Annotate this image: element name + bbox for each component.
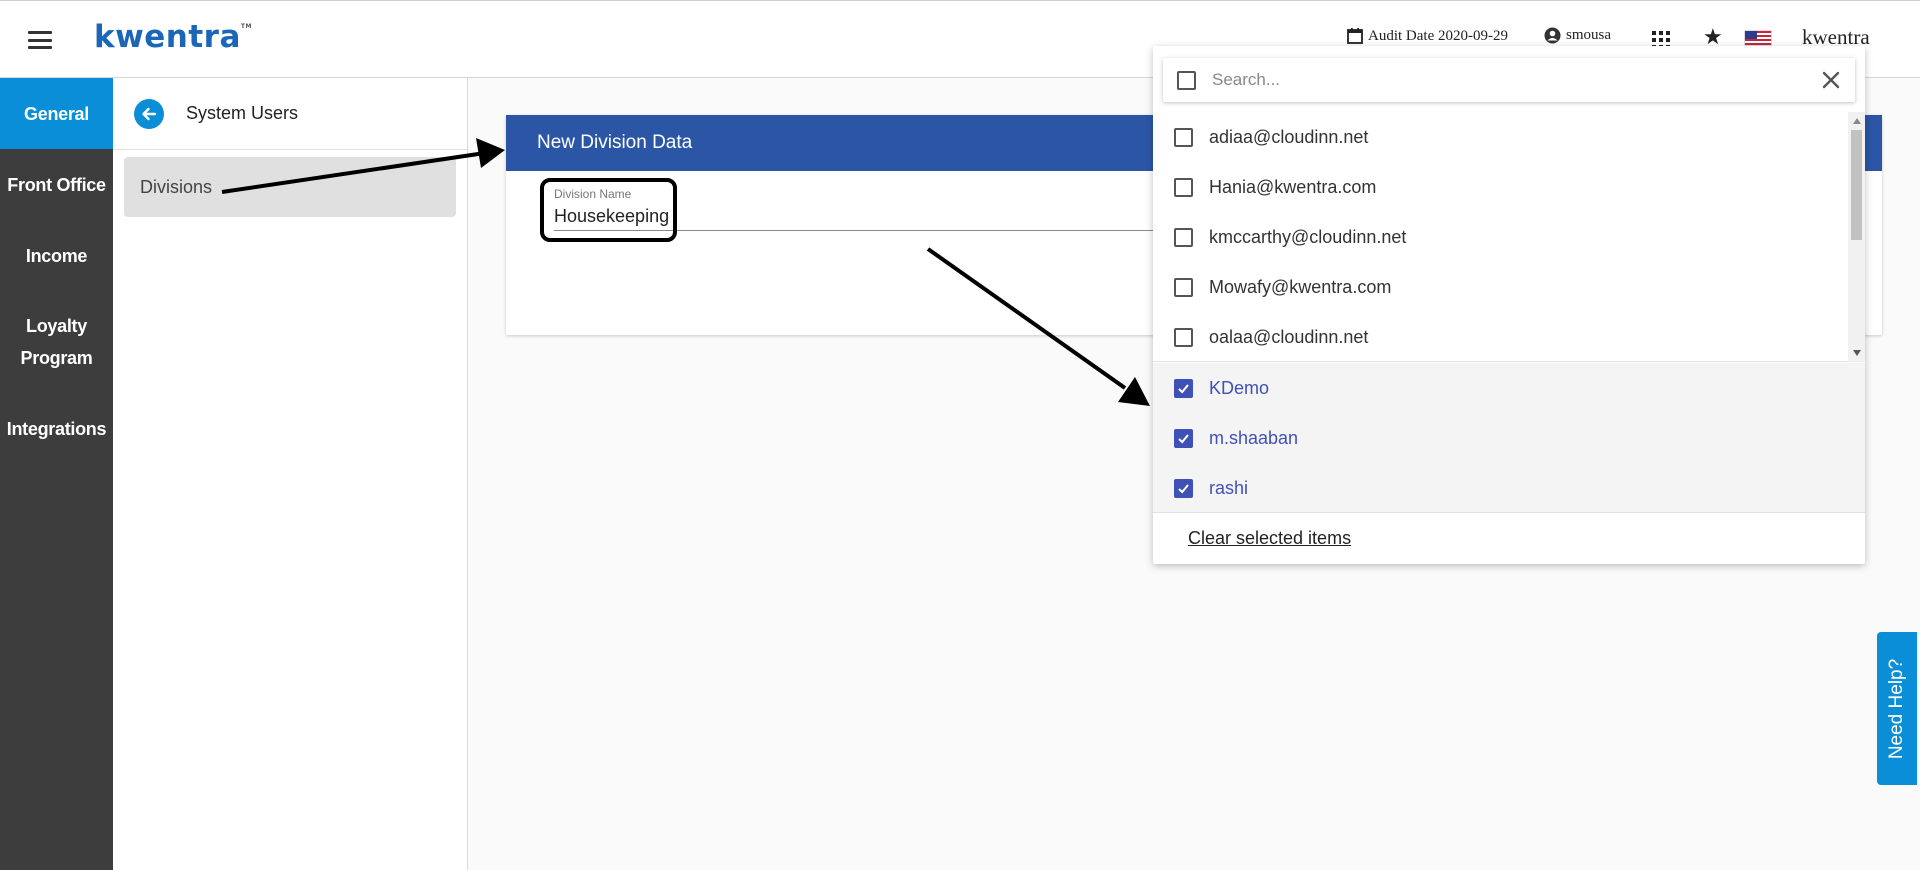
annotation-highlight-box: [540, 178, 677, 242]
nav-item-integrations[interactable]: Integrations: [0, 393, 113, 464]
checkbox[interactable]: [1174, 327, 1193, 347]
checkbox[interactable]: [1174, 227, 1193, 247]
us-flag-icon[interactable]: [1744, 30, 1772, 46]
arrowhead: [1118, 377, 1150, 406]
username: smousa: [1566, 27, 1611, 43]
nav-item-front-office[interactable]: Front Office: [0, 149, 113, 220]
option-label: Mowafy@kwentra.com: [1209, 276, 1392, 297]
option-label: oalaa@cloudinn.net: [1209, 326, 1369, 347]
options-scrollbar[interactable]: [1848, 112, 1865, 362]
user-menu[interactable]: smousa: [1544, 27, 1611, 44]
checked-checkbox-icon[interactable]: [1174, 478, 1193, 498]
scroll-down-icon[interactable]: [1853, 350, 1861, 356]
checked-checkbox-icon[interactable]: [1174, 378, 1193, 398]
list-item[interactable]: oalaa@cloudinn.net: [1153, 312, 1865, 361]
selected-item[interactable]: m.shaaban: [1153, 413, 1865, 463]
audit-date-text: Audit Date 2020-09-29: [1368, 27, 1508, 44]
left-nav: General Front Office Income Loyalty Prog…: [0, 78, 113, 870]
users-dropdown: adiaa@cloudinn.net Hania@kwentra.com kmc…: [1153, 46, 1865, 564]
audit-date[interactable]: Audit Date 2020-09-29: [1346, 27, 1508, 45]
search-input[interactable]: [1212, 70, 1792, 90]
nav-item-label: Loyalty Program: [20, 316, 93, 368]
need-help-button[interactable]: Need Help?: [1877, 632, 1917, 785]
user-circle-icon: [1544, 27, 1561, 44]
back-button[interactable]: [134, 98, 164, 129]
checked-checkbox-icon[interactable]: [1174, 428, 1193, 448]
need-help-label: Need Help?: [1886, 658, 1907, 759]
menu-icon[interactable]: [28, 31, 52, 49]
option-label: adiaa@cloudinn.net: [1209, 126, 1369, 147]
brand-name: kwentra: [94, 19, 241, 55]
list-item[interactable]: kmccarthy@cloudinn.net: [1153, 212, 1865, 262]
selected-items-list: KDemo m.shaaban rashi: [1153, 363, 1865, 513]
sub-panel: System Users Divisions: [113, 78, 468, 870]
sub-panel-header: System Users: [113, 78, 467, 150]
search-bar: [1163, 58, 1855, 102]
selected-item[interactable]: KDemo: [1153, 363, 1865, 413]
selected-label: KDemo: [1209, 377, 1270, 398]
checkbox[interactable]: [1174, 177, 1193, 197]
nav-item-general[interactable]: General: [0, 78, 113, 149]
options-list[interactable]: adiaa@cloudinn.net Hania@kwentra.com kmc…: [1153, 112, 1865, 362]
selected-label: m.shaaban: [1209, 427, 1299, 448]
trademark: TM: [240, 23, 252, 30]
list-item[interactable]: Mowafy@kwentra.com: [1153, 262, 1865, 312]
sub-item-divisions[interactable]: Divisions: [124, 157, 456, 217]
checkbox[interactable]: [1174, 127, 1193, 147]
sub-panel-title: System Users: [186, 103, 299, 123]
option-label: Hania@kwentra.com: [1209, 176, 1377, 197]
close-icon[interactable]: [1819, 68, 1843, 92]
clear-selected-link[interactable]: Clear selected items: [1188, 528, 1351, 549]
scrollbar-thumb[interactable]: [1851, 130, 1862, 240]
option-label: kmccarthy@cloudinn.net: [1209, 226, 1407, 247]
selected-label: rashi: [1209, 477, 1249, 498]
list-item[interactable]: Hania@kwentra.com: [1153, 162, 1865, 212]
checkbox[interactable]: [1174, 277, 1193, 297]
list-item[interactable]: adiaa@cloudinn.net: [1153, 112, 1865, 162]
brand-logo[interactable]: kwentraTM: [94, 19, 252, 55]
nav-item-income[interactable]: Income: [0, 220, 113, 291]
selected-item[interactable]: rashi: [1153, 463, 1865, 513]
arrowhead: [476, 138, 505, 168]
scroll-up-icon[interactable]: [1853, 118, 1861, 124]
calendar-icon: [1347, 28, 1363, 44]
nav-item-loyalty-program[interactable]: Loyalty Program: [0, 291, 113, 393]
arrow-left-icon: [142, 107, 157, 120]
select-all-checkbox[interactable]: [1177, 70, 1196, 90]
